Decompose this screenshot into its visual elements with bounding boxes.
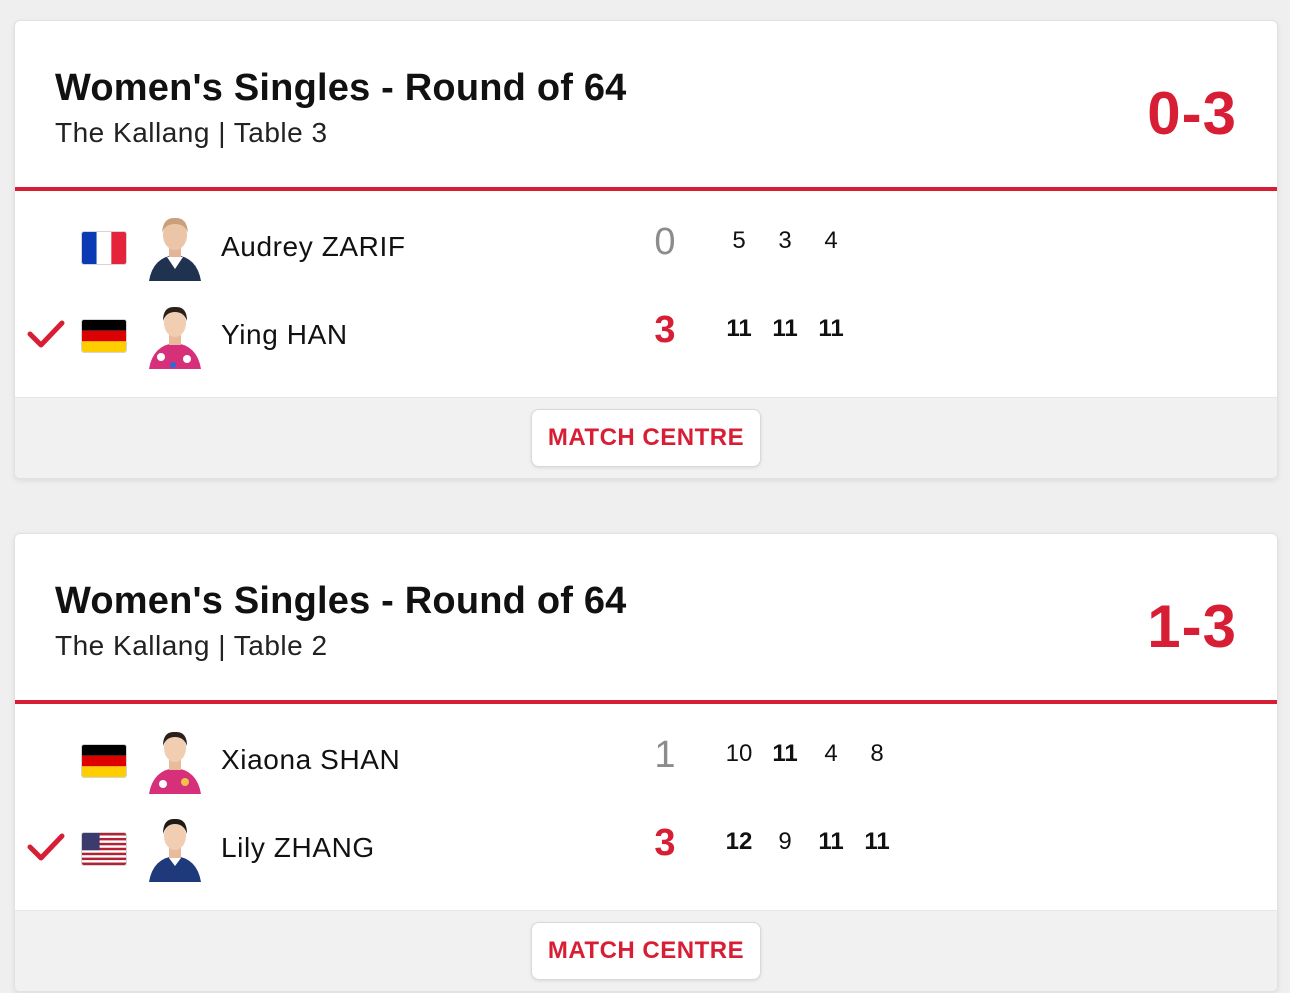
game-score: 5 (732, 227, 746, 254)
player-name: Lily ZHANG (221, 832, 375, 863)
card-footer: MATCH CENTRE (15, 397, 1277, 478)
match-score: 0-3 (1147, 80, 1237, 147)
match-centre-button[interactable]: MATCH CENTRE (531, 409, 761, 467)
match-card: Women's Singles - Round of 64 The Kallan… (14, 533, 1278, 992)
game-score: 8 (870, 740, 884, 767)
match-header: Women's Singles - Round of 64 The Kallan… (15, 534, 1277, 700)
game-score: 4 (824, 740, 838, 767)
match-score: 1-3 (1147, 593, 1237, 660)
player-row: Lily ZHANG 3 12 9 11 11 (15, 814, 1277, 884)
game-score: 11 (818, 828, 844, 855)
player-row: Xiaona SHAN 1 10 11 4 8 (15, 726, 1277, 796)
match-centre-button[interactable]: MATCH CENTRE (531, 922, 761, 980)
france-flag-icon (81, 231, 127, 265)
games-won: 3 (654, 309, 676, 351)
players-list: Xiaona SHAN 1 10 11 4 8 Lily ZHANG 3 12 … (15, 704, 1277, 910)
match-venue: The Kallang | Table 2 (55, 630, 328, 661)
germany-flag-icon (81, 744, 127, 778)
player-row: Audrey ZARIF 0 5 3 4 (15, 213, 1277, 283)
germany-flag-icon (81, 319, 127, 353)
card-footer: MATCH CENTRE (15, 910, 1277, 991)
player-avatar (145, 814, 205, 882)
games-won: 1 (654, 734, 676, 776)
player-name: Xiaona SHAN (221, 744, 401, 775)
match-title: Women's Singles - Round of 64 (55, 580, 627, 622)
match-header: Women's Singles - Round of 64 The Kallan… (15, 21, 1277, 187)
game-score: 3 (778, 227, 792, 254)
player-avatar (145, 213, 205, 281)
game-score: 12 (725, 828, 753, 855)
match-card: Women's Singles - Round of 64 The Kallan… (14, 20, 1278, 479)
player-avatar (145, 726, 205, 794)
game-score: 11 (772, 315, 798, 342)
game-score: 4 (824, 227, 838, 254)
game-score: 11 (818, 315, 844, 342)
player-avatar (145, 301, 205, 369)
winner-check-icon (27, 319, 65, 349)
game-score: 11 (772, 740, 798, 767)
game-score: 11 (864, 828, 890, 855)
usa-flag-icon (81, 832, 127, 866)
games-won: 3 (654, 822, 676, 864)
game-score: 9 (778, 828, 792, 855)
winner-check-icon (27, 832, 65, 862)
player-row: Ying HAN 3 11 11 11 (15, 301, 1277, 371)
player-name: Audrey ZARIF (221, 231, 406, 262)
game-score: 10 (725, 740, 753, 767)
players-list: Audrey ZARIF 0 5 3 4 Ying HAN 3 11 11 11 (15, 191, 1277, 397)
player-name: Ying HAN (221, 319, 348, 350)
games-won: 0 (654, 221, 676, 263)
game-score: 11 (726, 315, 752, 342)
match-title: Women's Singles - Round of 64 (55, 67, 627, 109)
match-venue: The Kallang | Table 3 (55, 117, 328, 148)
